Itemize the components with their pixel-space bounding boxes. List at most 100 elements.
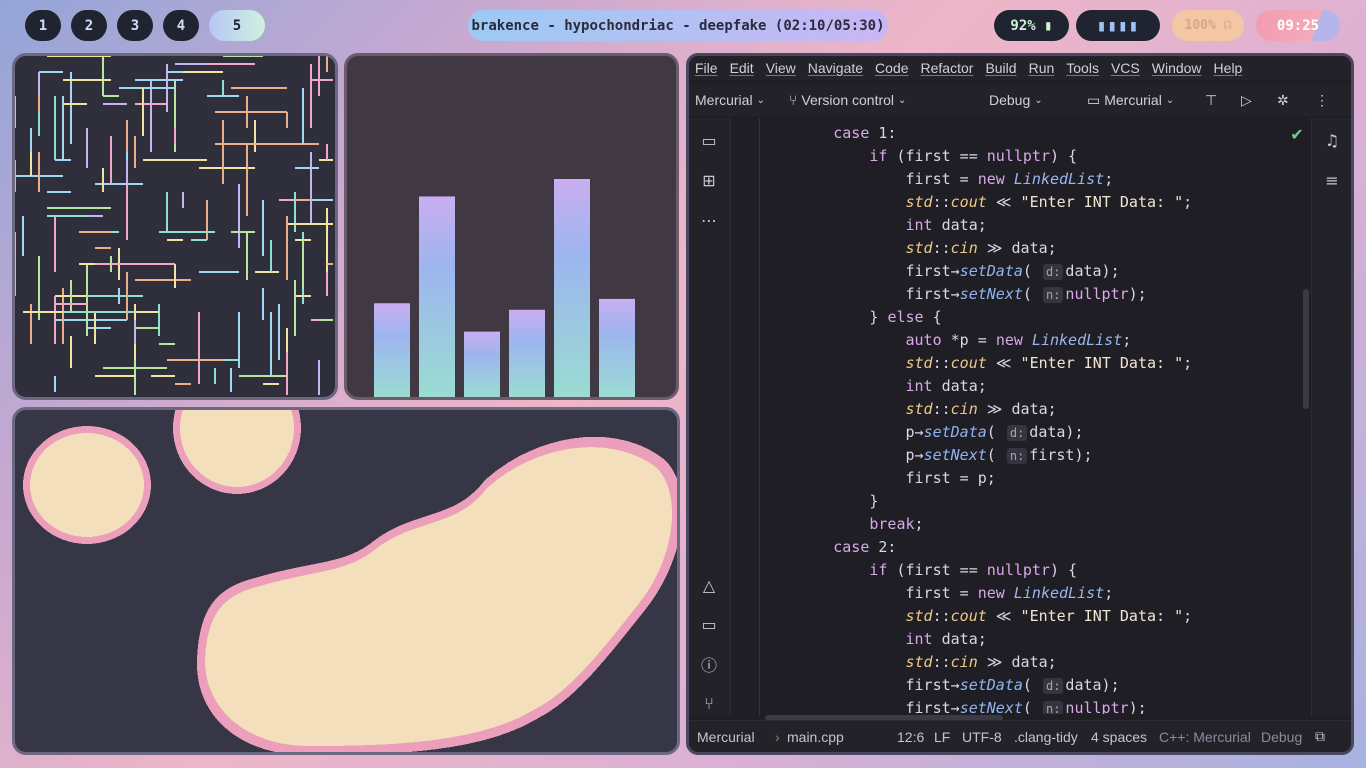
code-line: first = new LinkedList; — [761, 170, 1114, 188]
build-config-label: Debug — [989, 92, 1031, 108]
code-line: std::cout ≪ "Enter INT Data: "; — [905, 193, 1193, 211]
code-line: break; — [869, 515, 924, 533]
more-options-icon[interactable]: ⋮ — [1315, 92, 1329, 109]
code-editor[interactable]: case 1: if (first == nullptr) { first = … — [761, 118, 1309, 714]
clock: 09:25 — [1256, 10, 1340, 41]
linter-status[interactable]: .clang-tidy — [1014, 729, 1078, 745]
version-control-selector[interactable]: ⑂ Version control ⌄ — [789, 92, 906, 108]
ide-window: File Edit View Navigate Code Refactor Build Run… — [686, 53, 1354, 755]
menu-bar: File Edit View Navigate Code Refactor Build Run… — [689, 56, 1351, 80]
visualizer-bar — [419, 196, 455, 397]
workspace-2-button[interactable]: 2 — [71, 10, 107, 41]
code-line: p→setNext( n: first); — [761, 446, 1093, 464]
code-line: p→setData( d: data); — [761, 423, 1084, 441]
code-line: auto *p = new LinkedList; — [905, 331, 1132, 349]
file-encoding[interactable]: UTF-8 — [962, 729, 1002, 745]
lock-icon[interactable]: ⧉ — [1315, 728, 1325, 745]
folder-icon[interactable]: ▭ — [697, 128, 721, 152]
bell-icon[interactable]: ♫ — [1320, 128, 1344, 152]
workspace-1-button[interactable]: 1 — [25, 10, 61, 41]
code-line: first = p; — [761, 469, 996, 487]
audio-visualizer: ▮▮▮▮ — [1076, 10, 1160, 41]
code-line: std::cin ≫ data; — [905, 400, 1057, 418]
workspace-5-button[interactable]: 5 — [209, 10, 265, 41]
code-line: first→setNext( n: nullptr); — [761, 697, 1309, 714]
code-line: std::cin ≫ data; — [905, 653, 1057, 671]
visualizer-bar — [464, 331, 500, 397]
structure-icon[interactable]: ⊞ — [697, 168, 721, 192]
vertical-scrollbar[interactable] — [1303, 289, 1309, 409]
build-triangle-icon[interactable]: △ — [697, 573, 721, 597]
project-selector-label: Mercurial — [695, 92, 753, 108]
code-line: first→setNext( n: nullptr); — [761, 285, 1147, 303]
menu-item-window[interactable]: Window — [1152, 60, 1202, 76]
pipes-art — [15, 56, 333, 395]
window-title: brakence - hypochondriac - deepfake (02:… — [468, 10, 888, 41]
menu-item-build[interactable]: Build — [985, 60, 1016, 76]
debug-icon[interactable]: ✲ — [1277, 92, 1289, 109]
menu-item-refactor[interactable]: Refactor — [921, 60, 974, 76]
build-config-selector[interactable]: Debug ⌄ — [989, 92, 1043, 108]
run-target-selector[interactable]: ▭ Mercurial ⌄ — [1087, 92, 1174, 109]
menu-item-navigate[interactable]: Navigate — [808, 60, 863, 76]
window-icon: ▭ — [1087, 91, 1101, 108]
code-line: int data; — [905, 216, 987, 234]
blob-art — [23, 410, 677, 752]
menu-item-file[interactable]: File — [695, 60, 718, 76]
code-line: first = new LinkedList; — [761, 584, 1114, 602]
visualizer-bar — [509, 309, 545, 397]
visualizer-panel — [344, 53, 679, 400]
run-icon[interactable]: ▷ — [1241, 92, 1252, 109]
line-separator[interactable]: LF — [934, 729, 950, 745]
code-line: std::cout ≪ "Enter INT Data: "; — [905, 354, 1193, 372]
pipes-terminal-panel — [12, 53, 338, 400]
status-project[interactable]: Mercurial — [697, 729, 755, 745]
code-line: case 1: — [833, 124, 897, 142]
indent-setting[interactable]: 4 spaces — [1091, 729, 1147, 745]
checkmark-icon: ✔ — [1290, 124, 1304, 144]
git-icon[interactable]: ⑂ — [697, 691, 721, 715]
branch-icon: ⑂ — [789, 92, 798, 108]
hammer-icon[interactable]: ⊤ — [1205, 92, 1217, 109]
project-selector[interactable]: Mercurial ⌄ — [695, 92, 765, 108]
code-line: std::cin ≫ data; — [905, 239, 1057, 257]
ide-toolbar: Mercurial ⌄ ⑂ Version control ⌄ Debug ⌄ … — [689, 84, 1351, 116]
database-icon[interactable]: ≡ — [1320, 168, 1344, 192]
menu-item-view[interactable]: View — [766, 60, 796, 76]
visualizer-bar — [599, 298, 635, 397]
right-tool-sidebar: ♫ ≡ — [1311, 118, 1351, 716]
menu-item-edit[interactable]: Edit — [730, 60, 754, 76]
terminal-icon[interactable]: ▭ — [697, 612, 721, 636]
line-gutter — [732, 118, 760, 716]
menu-item-run[interactable]: Run — [1029, 60, 1055, 76]
left-tool-sidebar: ▭ ⊞ ⋯ △ ▭ ⓘ ⑂ — [689, 118, 731, 716]
menu-item-help[interactable]: Help — [1214, 60, 1243, 76]
code-line: case 2: — [833, 538, 897, 556]
code-line: } — [761, 492, 879, 510]
code-line: int data; — [905, 377, 987, 395]
status-file[interactable]: main.cpp — [787, 729, 844, 745]
workspace-3-button[interactable]: 3 — [117, 10, 153, 41]
chevron-down-icon: ⌄ — [756, 94, 765, 106]
code-line: first→setData( d: data); — [761, 262, 1120, 280]
chevron-down-icon: ⌄ — [1034, 94, 1043, 106]
code-line: first→setData( d: data); — [761, 676, 1120, 694]
menu-item-code[interactable]: Code — [875, 60, 908, 76]
code-line: } else { — [761, 308, 942, 326]
status-bar: Mercurial › main.cpp 12:6 LF UTF-8 .clan… — [689, 720, 1351, 752]
code-line: if (first == nullptr) { — [869, 561, 1078, 579]
menu-item-vcs[interactable]: VCS — [1111, 60, 1140, 76]
run-target-label: Mercurial — [1104, 92, 1162, 108]
status-config[interactable]: Debug — [1261, 729, 1302, 745]
chevron-down-icon: ⌄ — [1165, 94, 1175, 106]
visualizer-bar — [554, 179, 590, 397]
workspace-4-button[interactable]: 4 — [163, 10, 199, 41]
language-context[interactable]: C++: Mercurial — [1159, 729, 1251, 745]
more-tools-icon[interactable]: ⋯ — [697, 208, 721, 232]
volume-indicator[interactable]: 100% ☊ — [1172, 10, 1244, 41]
code-line: if (first == nullptr) { — [869, 147, 1078, 165]
menu-item-tools[interactable]: Tools — [1066, 60, 1099, 76]
chevron-down-icon: ⌄ — [898, 94, 907, 106]
problems-icon[interactable]: ⓘ — [697, 652, 721, 676]
cursor-position[interactable]: 12:6 — [897, 729, 924, 745]
